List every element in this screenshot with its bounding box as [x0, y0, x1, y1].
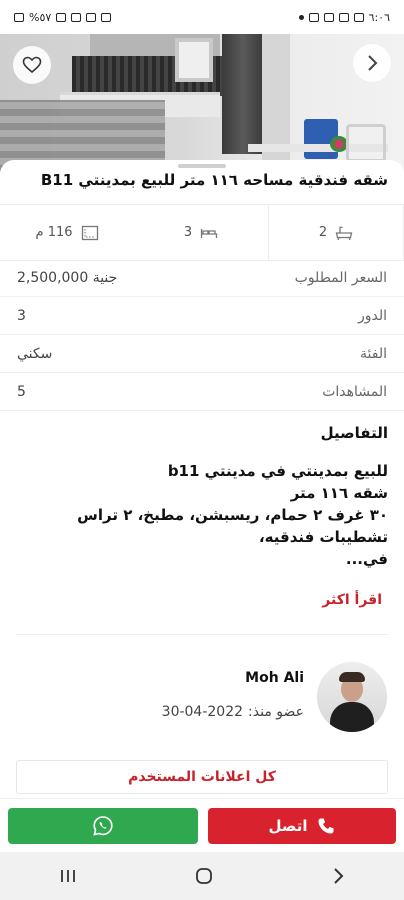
call-button-label: اتصل	[268, 816, 308, 835]
member-since: عضو منذ: 30-04-2022	[162, 704, 304, 720]
clock: ٦:٠٦	[368, 10, 390, 24]
lock-icon	[14, 12, 24, 22]
details-line: ٣٠ غرف ٢ حمام، ريسبشن، مطبخ، ٢ تراس	[77, 506, 388, 524]
price-value: 2,500,000 جنية	[17, 269, 118, 286]
next-image-button[interactable]	[353, 44, 391, 82]
chevron-right-icon	[368, 55, 378, 71]
member-since-date: 30-04-2022	[161, 704, 244, 720]
details-line: تشطيبات فندقيه،	[258, 528, 388, 546]
recent-apps-icon[interactable]	[59, 868, 77, 884]
details-heading: التفاصيل	[320, 424, 388, 442]
youtube-icon	[308, 12, 319, 22]
spec-area-value: 116 م	[35, 225, 73, 240]
price-label: السعر المطلوب	[294, 269, 387, 286]
back-icon[interactable]	[331, 867, 345, 885]
category-value: سكني	[17, 345, 53, 362]
listing-title: شقه فندقية مساحه ١١٦ متر للبيع بمدينتي B…	[40, 171, 388, 189]
views-row: 5 المشاهدات	[0, 373, 404, 411]
status-right: ٦:٠٦	[298, 10, 390, 24]
seller-name[interactable]: Moh Ali	[245, 670, 304, 686]
member-since-label: عضو منذ:	[248, 704, 304, 720]
heart-icon	[22, 56, 42, 74]
bottom-action-bar: اتصل	[0, 798, 404, 852]
alarm-icon	[101, 12, 112, 22]
battery-level: %٥٧	[29, 10, 52, 24]
favorite-button[interactable]	[13, 46, 51, 84]
whatsapp-button[interactable]	[8, 807, 198, 844]
notification-dot-icon	[298, 14, 304, 20]
area-icon	[81, 225, 98, 240]
read-more-link[interactable]: اقرأ اكثر	[322, 592, 382, 608]
status-bar: %٥٧ ٦:٠٦	[0, 0, 404, 34]
listing-photo[interactable]	[0, 34, 404, 172]
whatsapp-icon	[93, 815, 113, 836]
gallery-icon	[338, 12, 349, 22]
floor-value: 3	[17, 307, 26, 324]
photo-fridge	[222, 34, 264, 154]
photo-chair-2	[346, 124, 386, 162]
call-button[interactable]: اتصل	[208, 807, 396, 844]
section-divider	[16, 634, 388, 635]
all-user-ads-button[interactable]: كل اعلانات المستخدم	[16, 760, 388, 794]
bed-icon	[200, 228, 218, 238]
details-line: للبيع بمدينتي في مدينتي b11	[167, 462, 388, 480]
details-line: شقه ١١٦ متر	[290, 484, 388, 502]
phone-icon	[318, 818, 334, 833]
wifi-icon	[86, 12, 97, 22]
drag-handle[interactable]	[178, 164, 226, 168]
views-label: المشاهدات	[322, 383, 387, 400]
floor-label: الدور	[357, 307, 387, 324]
spec-bathrooms-value: 2	[318, 225, 328, 240]
spec-bedrooms-value: 3	[183, 225, 193, 240]
bath-icon	[335, 225, 353, 240]
signal-icon	[56, 12, 67, 22]
floor-row: 3 الدور	[0, 297, 404, 335]
views-value: 5	[17, 383, 26, 400]
category-row: سكني الفئة	[0, 335, 404, 373]
spec-bathrooms: 2	[269, 205, 404, 260]
signal-icon-2	[71, 12, 82, 22]
spec-area: 116 م	[0, 205, 134, 260]
photo-window	[175, 38, 213, 82]
seller-avatar[interactable]	[317, 662, 387, 732]
category-label: الفئة	[360, 345, 387, 362]
details-line: في...	[345, 550, 388, 568]
app-icon	[353, 12, 364, 22]
system-nav-bar	[0, 852, 404, 900]
details-body: للبيع بمدينتي في مدينتي b11 شقه ١١٦ متر …	[16, 460, 388, 570]
avatar-hair	[339, 672, 365, 682]
listing-details-sheet[interactable]: شقه فندقية مساحه ١١٦ متر للبيع بمدينتي B…	[0, 160, 404, 798]
avatar-body	[330, 702, 374, 732]
spec-bedrooms: 3	[134, 205, 269, 260]
specs-row: 116 م 3 2	[0, 204, 404, 261]
price-row: 2,500,000 جنية السعر المطلوب	[0, 259, 404, 297]
messages-icon	[323, 12, 334, 22]
status-left: %٥٧	[14, 10, 112, 24]
home-icon[interactable]	[194, 866, 214, 886]
